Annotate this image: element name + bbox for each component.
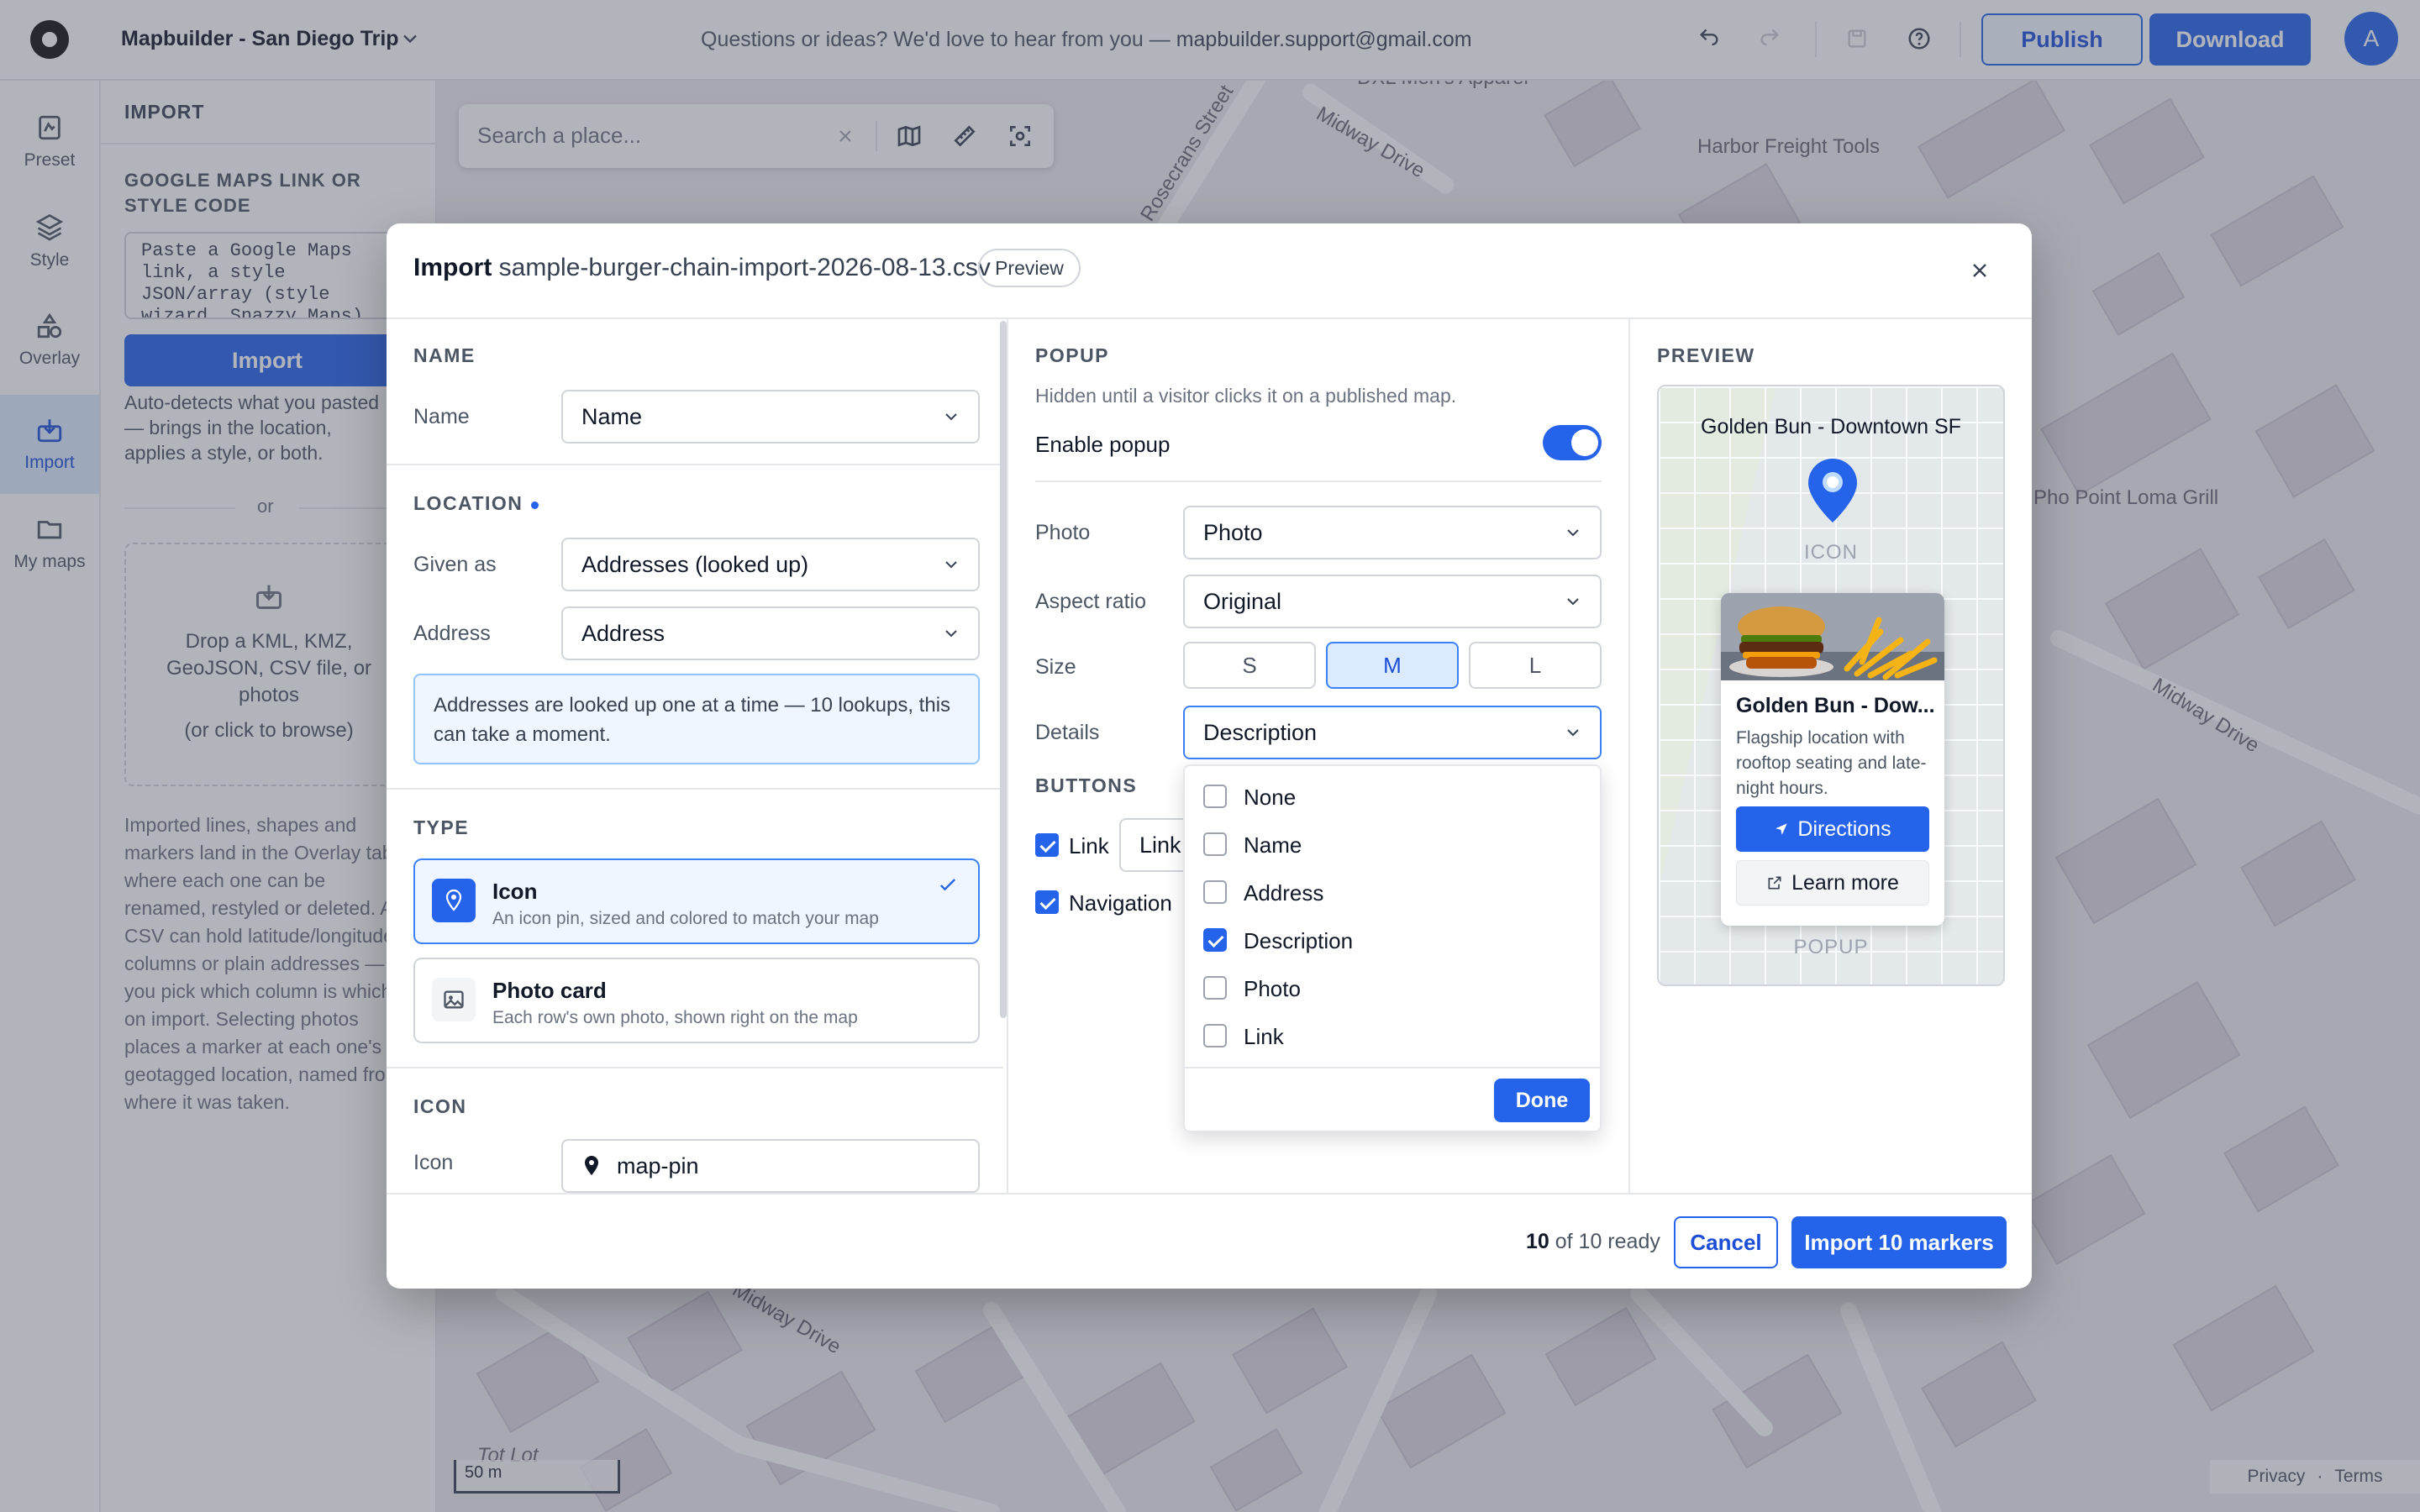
popup-section-title: POPUP	[1035, 344, 1110, 366]
popup-card-title: Golden Bun - Dow...	[1736, 694, 1935, 717]
import-markers-button[interactable]: Import 10 markers	[1791, 1216, 2007, 1268]
check-icon	[940, 879, 955, 891]
name-field-label: Name	[413, 405, 470, 428]
external-link-icon	[1768, 876, 1781, 890]
map-pin-icon	[1808, 459, 1857, 522]
type-option-title: Photo card	[492, 978, 607, 1003]
preview-title: Golden Bun - Downtown SF	[1701, 415, 1961, 438]
name-section-title: NAME	[413, 344, 476, 366]
name-column-select[interactable]: Name	[561, 390, 980, 444]
popup-card: Golden Bun - Dow... Flagship location wi…	[1721, 593, 1944, 926]
navigation-arrow-icon	[1776, 823, 1788, 835]
details-option-link[interactable]: Link	[1185, 1012, 1602, 1060]
preview-canvas: Golden Bun - Downtown SF ICON Golden Bun…	[1657, 385, 2005, 986]
burger-fries-photo	[1721, 593, 1944, 680]
photo-label: Photo	[1035, 521, 1091, 544]
details-dropdown: None Name Address Description Photo Link…	[1183, 764, 1602, 1132]
location-section-title: LOCATION	[413, 492, 523, 514]
required-dot	[531, 501, 539, 509]
size-label: Size	[1035, 655, 1076, 679]
image-icon	[432, 978, 476, 1021]
import-filename: sample-burger-chain-import-2026-08-13.cs…	[498, 254, 991, 281]
chevron-down-icon	[1567, 729, 1579, 737]
navigation-checkbox[interactable]	[1035, 890, 1059, 914]
chevron-down-icon	[1567, 598, 1579, 606]
icon-picker[interactable]: map-pin	[561, 1139, 980, 1193]
scrollbar[interactable]	[1000, 321, 1007, 1018]
map-pin-icon	[432, 879, 476, 922]
aspect-ratio-label: Aspect ratio	[1035, 590, 1147, 613]
details-option-description[interactable]: Description	[1185, 916, 1602, 964]
given-as-label: Given as	[413, 553, 497, 576]
type-option-icon[interactable]: Icon An icon pin, sized and colored to m…	[413, 858, 980, 944]
cancel-button[interactable]: Cancel	[1674, 1216, 1778, 1268]
icon-caption: ICON	[1804, 541, 1858, 564]
type-option-desc: Each row's own photo, shown right on the…	[492, 1008, 858, 1027]
details-option-photo[interactable]: Photo	[1185, 964, 1602, 1012]
enable-popup-toggle[interactable]	[1543, 425, 1602, 460]
modal-footer: 10 of 10 ready Cancel Import 10 markers	[387, 1193, 2032, 1289]
preview-badge: Preview	[978, 249, 1081, 287]
map-pin-icon	[585, 1156, 598, 1175]
size-m-button[interactable]: M	[1326, 642, 1459, 689]
size-s-button[interactable]: S	[1183, 642, 1316, 689]
done-button[interactable]: Done	[1494, 1079, 1590, 1122]
link-checkbox-label: Link	[1069, 833, 1109, 858]
chevron-down-icon	[1567, 529, 1579, 537]
chevron-down-icon	[945, 630, 957, 638]
import-modal: Import sample-burger-chain-import-2026-0…	[387, 223, 2032, 1289]
photo-column-select[interactable]: Photo	[1183, 506, 1602, 559]
details-option-name[interactable]: Name	[1185, 821, 1602, 869]
modal-title: Import sample-burger-chain-import-2026-0…	[413, 254, 991, 281]
type-option-photo-card[interactable]: Photo card Each row's own photo, shown r…	[413, 958, 980, 1043]
details-option-address[interactable]: Address	[1185, 869, 1602, 916]
details-select[interactable]: Description	[1183, 706, 1602, 759]
popup-caption: POPUP	[1793, 936, 1869, 958]
details-option-none[interactable]: None	[1185, 773, 1602, 821]
given-as-select[interactable]: Addresses (looked up)	[561, 538, 980, 591]
type-option-desc: An icon pin, sized and colored to match …	[492, 909, 879, 928]
directions-button[interactable]: Directions	[1736, 806, 1929, 852]
navigation-checkbox-label: Navigation	[1069, 890, 1172, 916]
details-label: Details	[1035, 721, 1100, 744]
icon-field-label: Icon	[413, 1151, 454, 1174]
icon-section-title: ICON	[413, 1095, 467, 1117]
chevron-down-icon	[945, 413, 957, 421]
aspect-ratio-select[interactable]: Original	[1183, 575, 1602, 628]
address-label: Address	[413, 622, 491, 645]
close-icon[interactable]	[1968, 259, 1991, 282]
type-option-title: Icon	[492, 879, 538, 904]
type-section-title: TYPE	[413, 816, 470, 838]
enable-popup-label: Enable popup	[1035, 432, 1171, 457]
ready-status: 10 of 10 ready	[1526, 1230, 1660, 1253]
learn-more-button[interactable]: Learn more	[1736, 860, 1929, 906]
link-checkbox[interactable]	[1035, 833, 1059, 857]
lookup-notice: Addresses are looked up one at a time — …	[413, 674, 980, 764]
modal-header: Import sample-burger-chain-import-2026-0…	[387, 223, 2032, 319]
preview-section-title: PREVIEW	[1657, 344, 1755, 366]
chevron-down-icon	[945, 561, 957, 569]
popup-card-description: Flagship location with rooftop seating a…	[1736, 728, 1927, 798]
buttons-section-title: BUTTONS	[1035, 774, 1138, 796]
size-l-button[interactable]: L	[1469, 642, 1602, 689]
address-column-select[interactable]: Address	[561, 606, 980, 660]
popup-hint: Hidden until a visitor clicks it on a pu…	[1035, 385, 1457, 407]
